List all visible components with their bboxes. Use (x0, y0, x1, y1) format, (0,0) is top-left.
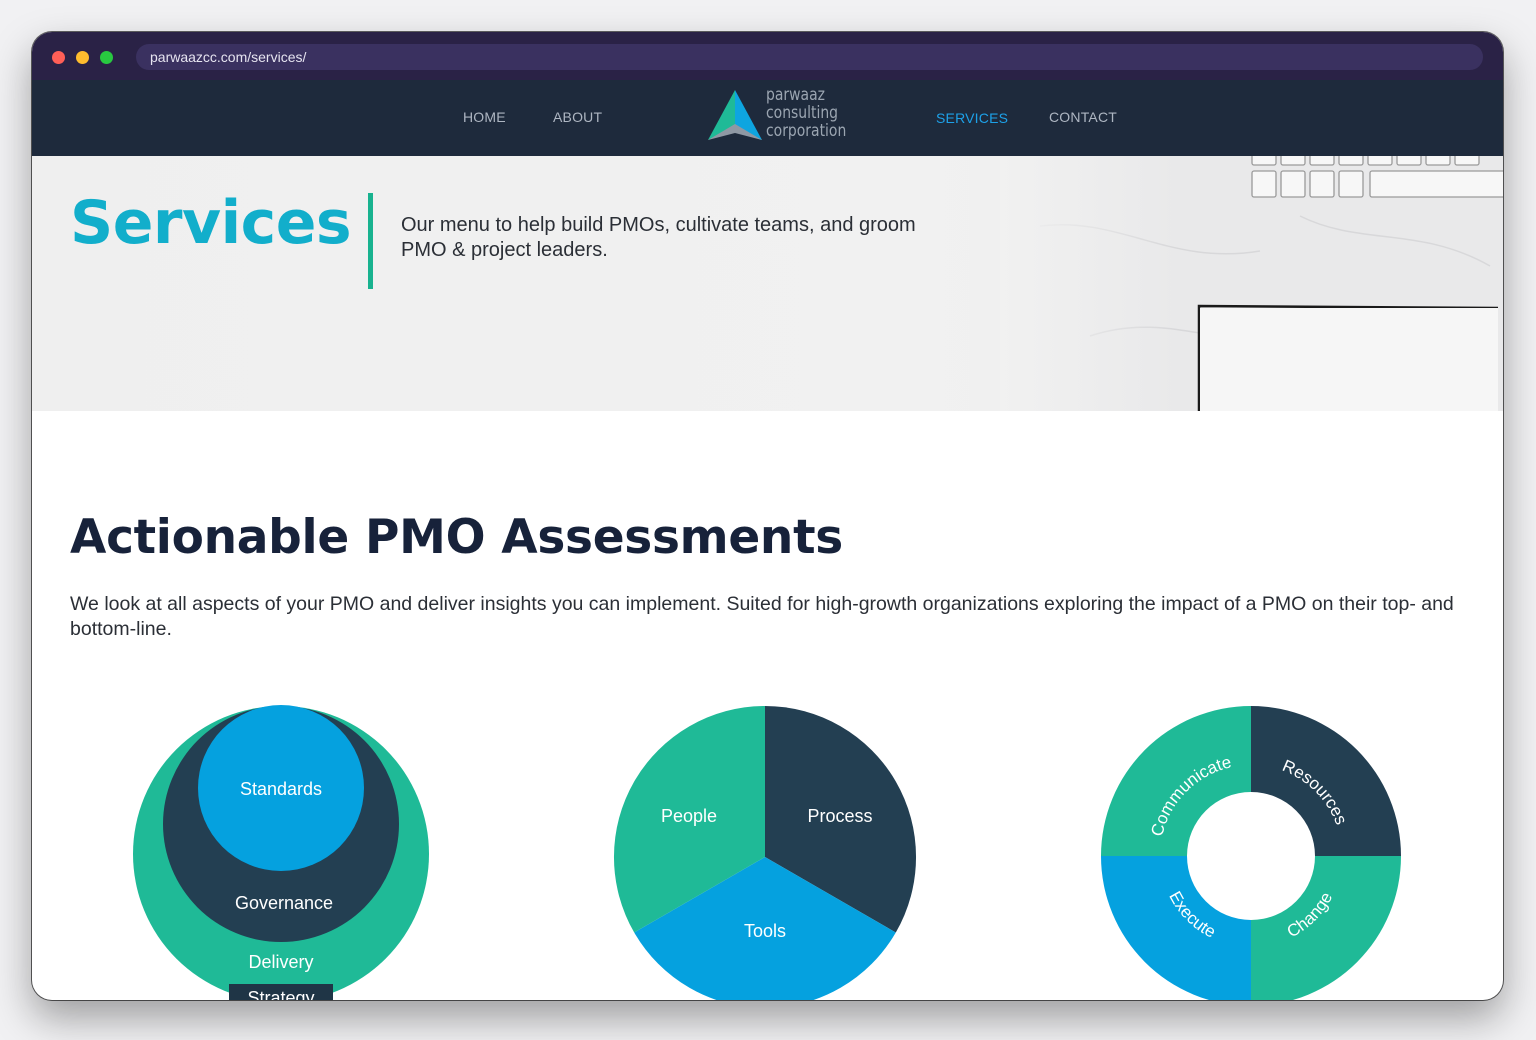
logo-line: corporation (766, 121, 847, 141)
strategy-label: Strategy (247, 988, 314, 1000)
nav-link-contact[interactable]: CONTACT (1049, 109, 1117, 125)
close-window-button[interactable] (52, 51, 65, 64)
address-bar[interactable]: parwaazcc.com/services/ (136, 44, 1483, 70)
people-label: People (661, 806, 717, 826)
page-title: Services (70, 188, 352, 258)
people-process-tools-pie: People Process Tools (613, 706, 917, 1000)
logo-line: consulting (766, 103, 839, 123)
four-segment-ring: Communicate Resources Execute Change (1101, 706, 1401, 1000)
maximize-window-button[interactable] (100, 51, 113, 64)
change-segment (1251, 856, 1401, 1000)
hero-description: Our menu to help build PMOs, cultivate t… (401, 214, 916, 261)
desk-photo-image (1000, 156, 1503, 411)
section-heading: Actionable PMO Assessments (70, 510, 843, 565)
logo-line: parwaaz (766, 85, 825, 105)
communicate-segment (1101, 706, 1251, 856)
nav-link-home[interactable]: HOME (463, 109, 506, 125)
logo-mark-icon (708, 90, 762, 140)
nested-circles-diagram: Standards Governance Delivery Strategy (133, 705, 429, 1000)
execute-segment (1101, 856, 1251, 1000)
delivery-label: Delivery (248, 952, 313, 972)
site-logo[interactable]: parwaaz consulting corporation (704, 86, 864, 148)
site-header: HOME ABOUT parwaaz consulting corporatio… (32, 80, 1503, 156)
browser-window: parwaazcc.com/services/ HOME ABOUT parwa… (32, 32, 1503, 1000)
browser-toolbar: parwaazcc.com/services/ (32, 32, 1503, 80)
nav-link-about[interactable]: ABOUT (553, 109, 602, 125)
title-divider (368, 193, 373, 289)
logo-wordmark: parwaaz consulting corporation (766, 86, 848, 140)
governance-label: Governance (235, 893, 333, 913)
standards-label: Standards (240, 779, 322, 799)
minimize-window-button[interactable] (76, 51, 89, 64)
hero-banner: Services Our menu to help build PMOs, cu… (32, 156, 1503, 411)
nav-link-services[interactable]: SERVICES (936, 110, 1008, 126)
process-label: Process (807, 806, 872, 826)
section-description: We look at all aspects of your PMO and d… (70, 593, 1454, 640)
tools-label: Tools (744, 921, 786, 941)
